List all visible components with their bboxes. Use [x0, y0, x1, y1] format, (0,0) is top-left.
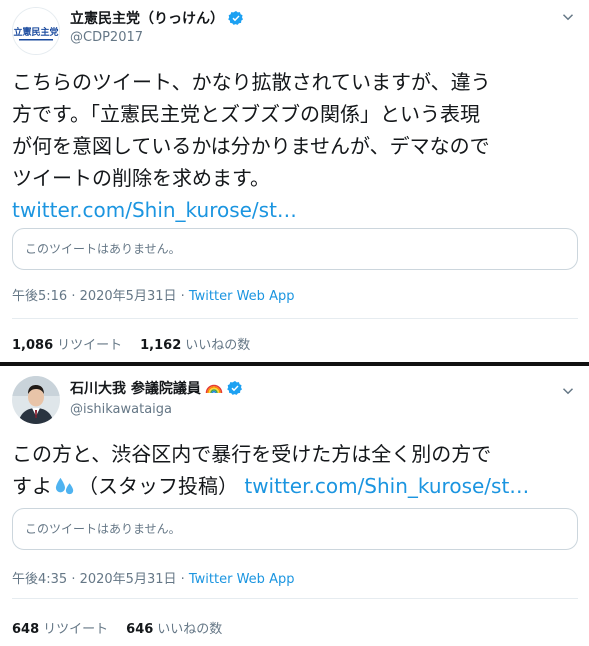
likes-stat[interactable]: 1,162 いいねの数: [140, 334, 250, 353]
tweet-link[interactable]: twitter.com/Shin_kurose/st…: [12, 194, 582, 226]
svg-text:立憲民主党: 立憲民主党: [13, 26, 58, 38]
verified-badge-icon: [227, 381, 242, 395]
likes-count: 646: [126, 622, 154, 637]
verified-badge-icon: [228, 11, 243, 25]
timestamp-text[interactable]: 午後4:35 · 2020年5月31日 ·: [12, 572, 189, 587]
retweets-stat[interactable]: 1,086 リツイート: [12, 334, 122, 353]
tweet-text-line: が何を意図しているかは分かりませんが、デマなので: [12, 134, 490, 158]
display-name[interactable]: 立憲民主党（りっけん）: [70, 8, 224, 28]
tweet-text-line-2: すよ （スタッフ投稿） twitter.com/Shin_kurose/st…: [12, 470, 582, 502]
tweet-cdp[interactable]: 立憲民主党 立憲民主党（りっけん） @CDP2017 こちらのツイート、かなり拡…: [0, 0, 589, 362]
tweet-text-line: ツイートの削除を求めます。: [12, 166, 270, 190]
tweet-link[interactable]: twitter.com/Shin_kurose/st…: [244, 474, 529, 498]
likes-count: 1,162: [140, 338, 182, 353]
source-link[interactable]: Twitter Web App: [189, 289, 295, 304]
tweet-text: この方と、渋谷区内で暴行を受けた方は全く別の方で すよ （スタッフ投稿） twit…: [12, 438, 582, 502]
chevron-down-icon[interactable]: [559, 8, 577, 26]
likes-stat[interactable]: 646 いいねの数: [126, 618, 222, 637]
display-name[interactable]: 石川大我 参議院議員: [70, 378, 201, 398]
tweet-text-fragment: （スタッフ投稿）: [78, 474, 238, 498]
retweets-stat[interactable]: 648 リツイート: [12, 618, 108, 637]
likes-label: いいねの数: [185, 338, 251, 353]
tweet-ishikawa[interactable]: 石川大我 参議院議員 @ishikawataiga このツイートはありません。 …: [0, 366, 589, 646]
retweets-label: リツイート: [57, 338, 123, 353]
tweet-text-line: この方と、渋谷区内で暴行を受けた方は全く別の方で: [12, 442, 492, 466]
likes-label: いいねの数: [157, 622, 223, 637]
handle[interactable]: @CDP2017: [70, 30, 143, 45]
tweet-timestamp: 午後4:35 · 2020年5月31日 · Twitter Web App: [12, 568, 294, 587]
tweet-timestamp: 午後5:16 · 2020年5月31日 · Twitter Web App: [12, 285, 294, 304]
sweat-droplets-emoji-icon: [55, 477, 74, 495]
source-link[interactable]: Twitter Web App: [189, 572, 295, 587]
rainbow-emoji-icon: [205, 384, 223, 394]
retweets-count: 648: [12, 622, 40, 637]
timestamp-text[interactable]: 午後5:16 · 2020年5月31日 ·: [12, 289, 189, 304]
chevron-down-icon[interactable]: [559, 382, 577, 400]
avatar-ishikawa[interactable]: [12, 376, 60, 424]
quoted-tweet-unavailable[interactable]: このツイートはありません。: [12, 508, 578, 550]
tweet-text: こちらのツイート、かなり拡散されていますが、違う 方です。「立憲民主党とズブズブ…: [12, 66, 582, 226]
cdp-logo: 立憲民主党: [13, 8, 59, 54]
handle[interactable]: @ishikawataiga: [70, 402, 172, 417]
retweets-count: 1,086: [12, 338, 54, 353]
tweet-text-line: こちらのツイート、かなり拡散されていますが、違う: [12, 70, 491, 94]
profile-photo: [12, 376, 60, 424]
divider: [12, 318, 578, 319]
tweet-text-line: 方です。「立憲民主党とズブズブの関係」という表現: [12, 102, 480, 126]
retweets-label: リツイート: [43, 622, 109, 637]
tweet-text-fragment: すよ: [12, 474, 52, 498]
avatar-cdp[interactable]: 立憲民主党: [12, 7, 60, 55]
tweet-stats: 648 リツイート 646 いいねの数: [12, 618, 222, 637]
tweet-stats: 1,086 リツイート 1,162 いいねの数: [12, 334, 250, 353]
divider: [12, 598, 578, 599]
quoted-tweet-unavailable[interactable]: このツイートはありません。: [12, 228, 578, 270]
